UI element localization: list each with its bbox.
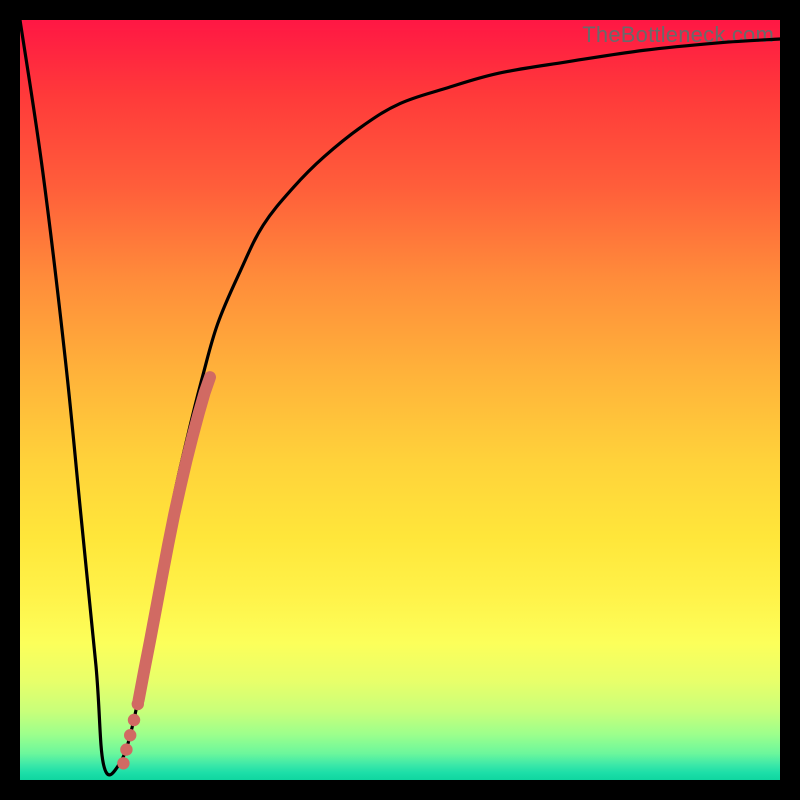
curve-layer [20,20,780,780]
dots-group [117,698,144,770]
data-point [117,757,129,769]
main-curve [20,20,780,775]
data-point [124,729,136,741]
data-point [132,698,144,710]
data-point [120,743,132,755]
data-point [128,714,140,726]
highlight-segment [139,377,210,700]
plot-area: TheBottleneck.com [20,20,780,780]
chart-frame: { "watermark": "TheBottleneck.com", "cha… [0,0,800,800]
